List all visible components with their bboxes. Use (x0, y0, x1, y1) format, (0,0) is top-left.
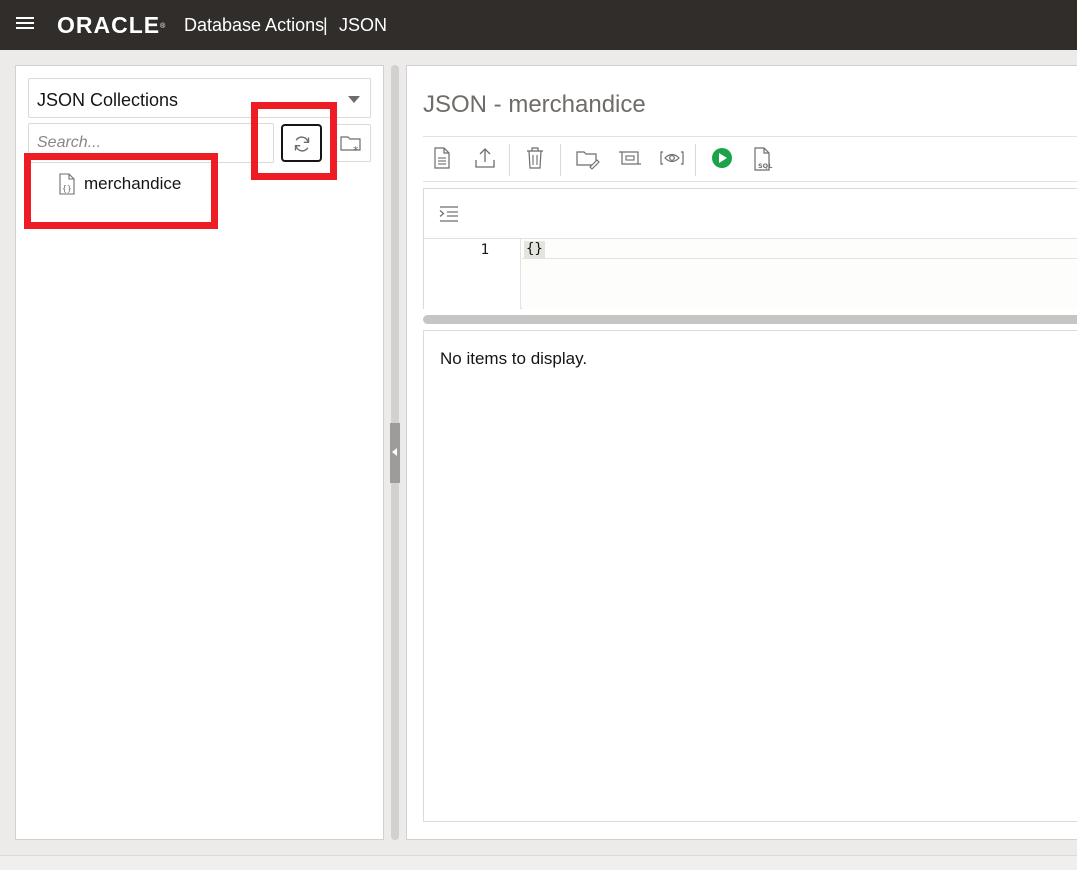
sql-button[interactable]: SQL (752, 146, 778, 172)
refresh-button[interactable] (281, 124, 322, 162)
page-title: JSON - merchandice (423, 91, 646, 118)
json-editor[interactable]: 1 {} (423, 188, 1077, 309)
editor-subtoolbar (424, 189, 1077, 239)
indent-icon (439, 206, 458, 222)
new-document-button[interactable] (431, 146, 457, 172)
navigator-panel: JSON Collections * {} merchandice (15, 65, 384, 840)
new-document-icon (434, 147, 450, 169)
main-panel: JSON - merchandice SQL 1 {} No items to … (406, 65, 1077, 840)
code-text: {} (524, 241, 545, 258)
brand-text: ORACLE (57, 12, 161, 38)
open-folder-icon (576, 151, 600, 170)
upload-button[interactable] (473, 146, 499, 172)
select-region-button[interactable] (617, 146, 643, 172)
refresh-icon (294, 136, 310, 152)
product-name: Database Actions (184, 15, 325, 35)
search-input[interactable] (28, 123, 274, 163)
hamburger-menu-icon[interactable] (16, 17, 34, 31)
section-name: JSON (339, 15, 388, 35)
collapse-handle[interactable] (390, 423, 400, 483)
active-line (522, 239, 1077, 259)
select-region-icon (619, 151, 641, 165)
run-icon (712, 148, 732, 168)
folder-new-icon: * (340, 136, 361, 155)
svg-text:SQL: SQL (758, 162, 772, 170)
sql-icon: SQL (754, 147, 772, 171)
code-area[interactable]: {} (522, 239, 1077, 309)
results-empty-message: No items to display. (440, 349, 588, 368)
line-gutter: 1 (424, 239, 521, 309)
editor-toolbar: SQL (423, 136, 1077, 182)
format-button[interactable] (439, 206, 459, 227)
delete-icon (527, 147, 543, 169)
delete-button[interactable] (524, 146, 550, 172)
horizontal-scrollbar[interactable] (423, 315, 1077, 324)
header-separator: | (323, 15, 328, 35)
oracle-logo: ORACLE® (57, 12, 167, 38)
collection-type-value: JSON Collections (37, 90, 179, 110)
footer-bar (0, 855, 1077, 870)
collection-item-label: merchandice (84, 174, 182, 193)
results-panel: No items to display. (423, 330, 1077, 822)
new-collection-button[interactable]: * (330, 124, 371, 162)
json-document-icon: {} (59, 173, 75, 195)
collection-type-select[interactable]: JSON Collections (28, 78, 371, 118)
view-button[interactable] (659, 146, 685, 172)
chevron-left-icon (392, 448, 397, 456)
open-folder-button[interactable] (575, 146, 601, 172)
chevron-down-icon (348, 96, 360, 103)
run-button[interactable] (710, 146, 736, 172)
line-number: 1 (480, 242, 489, 258)
app-header: ORACLE® Database Actions | JSON (0, 0, 1077, 50)
svg-text:*: * (353, 144, 359, 155)
view-icon (660, 151, 684, 165)
upload-icon (475, 148, 495, 168)
svg-text:{}: {} (62, 184, 72, 193)
